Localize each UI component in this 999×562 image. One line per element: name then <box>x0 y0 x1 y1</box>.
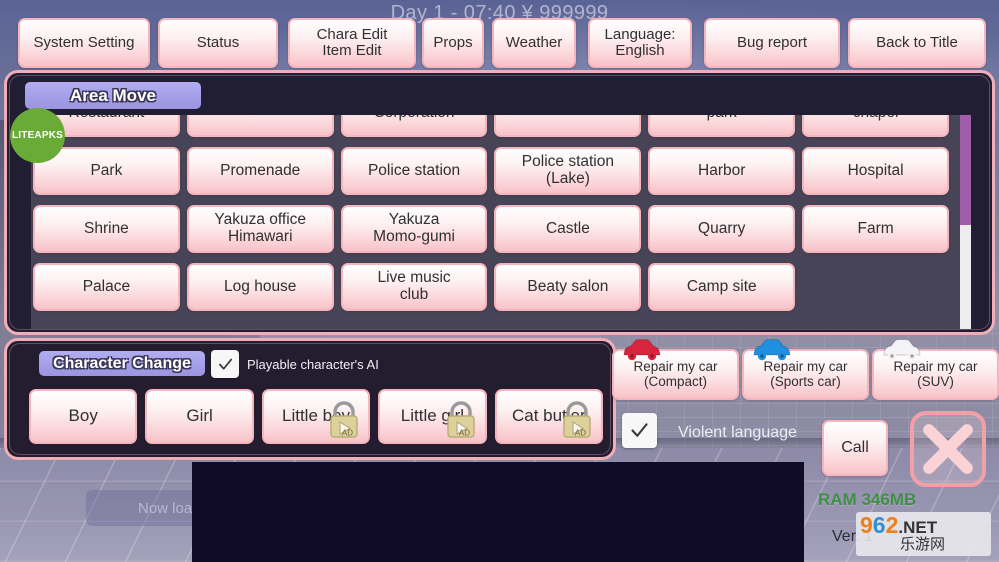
area-button-blank[interactable] <box>186 115 334 137</box>
character-button-label: Girl <box>186 406 213 426</box>
ram-usage-text: RAM 346MB <box>818 490 917 509</box>
character-button-boy[interactable]: Boy <box>29 389 138 444</box>
violent-language-checkbox[interactable] <box>622 413 657 448</box>
area-button-yakuza-momo-gumi[interactable]: Yakuza Momo-gumi <box>340 205 488 253</box>
area-button-shrine[interactable]: Shrine <box>33 205 180 253</box>
area-button-corporation[interactable]: Corporation <box>340 115 488 137</box>
repair-button-repair-my-car-suv[interactable]: Repair my car (SUV) <box>872 339 999 400</box>
topbar-button-system-setting[interactable]: System Setting <box>18 18 150 68</box>
call-button[interactable]: Call <box>822 420 888 476</box>
site-tld: .NET <box>898 518 938 538</box>
topbar-button-language-english[interactable]: Language: English <box>588 18 692 68</box>
site-watermark-cn: 乐游网 <box>900 536 946 554</box>
ad-banner[interactable] <box>192 462 804 562</box>
loading-text: Now loa <box>138 500 193 517</box>
area-button-blank[interactable] <box>494 115 642 137</box>
character-button-label: Little girl <box>400 406 465 426</box>
topbar-button-back-to-title[interactable]: Back to Title <box>848 18 986 68</box>
topbar-button-status[interactable]: Status <box>158 18 278 68</box>
character-button-little-boy[interactable]: Little boy AD <box>261 389 371 444</box>
check-icon <box>631 423 648 437</box>
area-move-title: Area Move <box>25 82 201 109</box>
topbar-button-chara-edit-item-edit[interactable]: Chara Edit Item Edit <box>288 18 416 68</box>
close-icon <box>923 424 973 474</box>
playable-ai-label: Playable character's AI <box>247 357 379 372</box>
repair-button-repair-my-car-compact[interactable]: Repair my car (Compact) <box>612 339 739 400</box>
close-button[interactable] <box>910 411 986 487</box>
area-button-farm[interactable]: Farm <box>802 205 949 253</box>
area-button-castle[interactable]: Castle <box>494 205 642 253</box>
area-button-chapel[interactable]: chapel <box>802 115 949 137</box>
area-button-police-station[interactable]: Police station <box>340 147 488 195</box>
site-watermark-main: 962.NET <box>856 514 991 537</box>
character-button-label: Boy <box>68 406 98 426</box>
svg-text:AD: AD <box>575 429 586 438</box>
area-button-live-music-club[interactable]: Live music club <box>340 263 488 311</box>
area-button-beaty-salon[interactable]: Beaty salon <box>494 263 642 311</box>
area-button-log-house[interactable]: Log house <box>186 263 334 311</box>
svg-text:AD: AD <box>459 429 470 438</box>
repair-button-label: Repair my car (Compact) <box>633 359 718 389</box>
area-button-harbor[interactable]: Harbor <box>648 147 796 195</box>
character-buttons-row: Boy Girl Little boy AD Little girl AD Cat butl… <box>29 389 604 444</box>
svg-text:AD: AD <box>342 429 353 438</box>
character-change-panel: Character Change Playable character's AI… <box>4 338 616 460</box>
topbar-button-bug-report[interactable]: Bug report <box>704 18 840 68</box>
repair-button-label: Repair my car (Sports car) <box>763 359 848 389</box>
liteapks-watermark: LITEAPKS <box>10 108 65 163</box>
area-button-promenade[interactable]: Promenade <box>186 147 334 195</box>
area-button-palace[interactable]: Palace <box>33 263 180 311</box>
area-button-camp-site[interactable]: Camp site <box>648 263 796 311</box>
character-change-title: Character Change <box>39 351 205 376</box>
repair-car-row: Repair my car (Compact) Repair my car (Sp… <box>612 339 999 400</box>
area-button-park[interactable]: park <box>648 115 796 137</box>
site-watermark: 962.NET 乐游网 <box>856 512 991 556</box>
area-button-quarry[interactable]: Quarry <box>648 205 796 253</box>
top-menu-bar: System Setting Status Chara Edit Item Edit… <box>0 18 999 68</box>
character-button-label: Cat butler <box>511 406 586 426</box>
site-digit-6: 6 <box>872 512 886 539</box>
playable-ai-checkbox[interactable] <box>211 350 239 378</box>
character-button-girl[interactable]: Girl <box>145 389 254 444</box>
area-move-button-grid: RestaurantCorporationparkchapelParkProme… <box>31 115 951 315</box>
site-digit-2: 2 <box>885 512 899 539</box>
repair-button-repair-my-car-sports-car[interactable]: Repair my car (Sports car) <box>742 339 869 400</box>
topbar-button-props[interactable]: Props <box>422 18 484 68</box>
area-button-hospital[interactable]: Hospital <box>802 147 949 195</box>
area-button-police-station-lake[interactable]: Police station (Lake) <box>494 147 642 195</box>
repair-button-label: Repair my car (SUV) <box>893 359 978 389</box>
topbar-button-weather[interactable]: Weather <box>492 18 576 68</box>
site-digit-9: 9 <box>860 512 873 539</box>
violent-language-label: Violent language <box>678 424 797 441</box>
check-icon <box>218 358 232 370</box>
character-button-label: Little boy <box>281 406 351 426</box>
area-move-scroll-region[interactable]: RestaurantCorporationparkchapelParkProme… <box>31 115 971 329</box>
scrollbar-thumb[interactable] <box>960 115 971 225</box>
character-button-cat-butler[interactable]: Cat butler AD <box>494 389 604 444</box>
area-move-scrollbar[interactable] <box>960 115 971 329</box>
area-move-panel: Area Move RestaurantCorporationparkchape… <box>4 70 995 335</box>
area-button-yakuza-office-himawari[interactable]: Yakuza office Himawari <box>186 205 334 253</box>
character-button-little-girl[interactable]: Little girl AD <box>378 389 487 444</box>
